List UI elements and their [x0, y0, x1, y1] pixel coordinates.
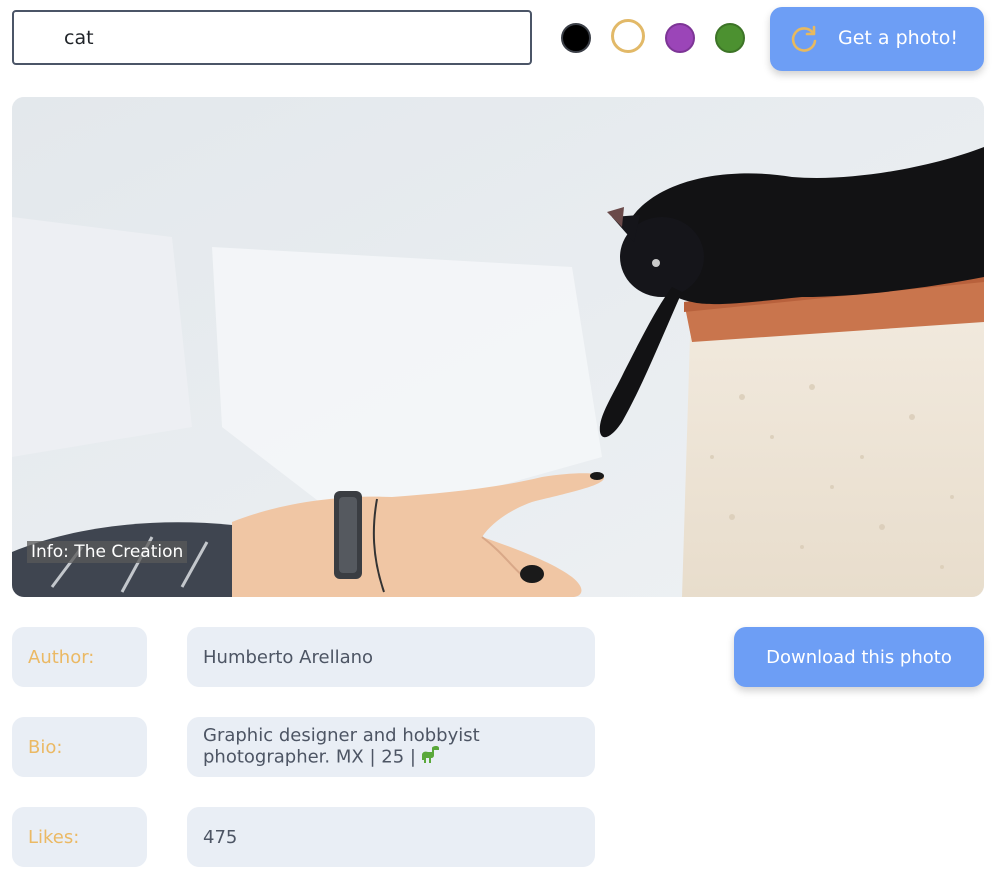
author-value: Humberto Arellano [187, 627, 595, 687]
likes-value: 475 [187, 807, 595, 867]
get-photo-button[interactable]: Get a photo! [770, 7, 984, 71]
get-photo-label: Get a photo! [838, 27, 959, 49]
dinosaur-icon [420, 746, 440, 769]
bio-value-cell: Graphic designer and hobbyist photograph… [187, 717, 595, 777]
color-swatch-green[interactable] [715, 23, 745, 53]
photo: Info: The Creation [12, 97, 984, 597]
cat-photo-image [12, 97, 984, 597]
download-photo-button[interactable]: Download this photo [734, 627, 984, 687]
color-swatch-black[interactable] [561, 23, 591, 53]
refresh-icon [791, 25, 817, 52]
author-label: Author: [12, 627, 147, 687]
photo-caption: Info: The Creation [27, 541, 188, 563]
color-swatch-purple[interactable] [665, 23, 695, 53]
bio-label: Bio: [12, 717, 147, 777]
color-swatch-yellow[interactable] [611, 19, 645, 53]
search-box [12, 10, 532, 65]
download-photo-label: Download this photo [766, 646, 952, 668]
search-input[interactable] [64, 12, 504, 63]
likes-label: Likes: [12, 807, 147, 867]
